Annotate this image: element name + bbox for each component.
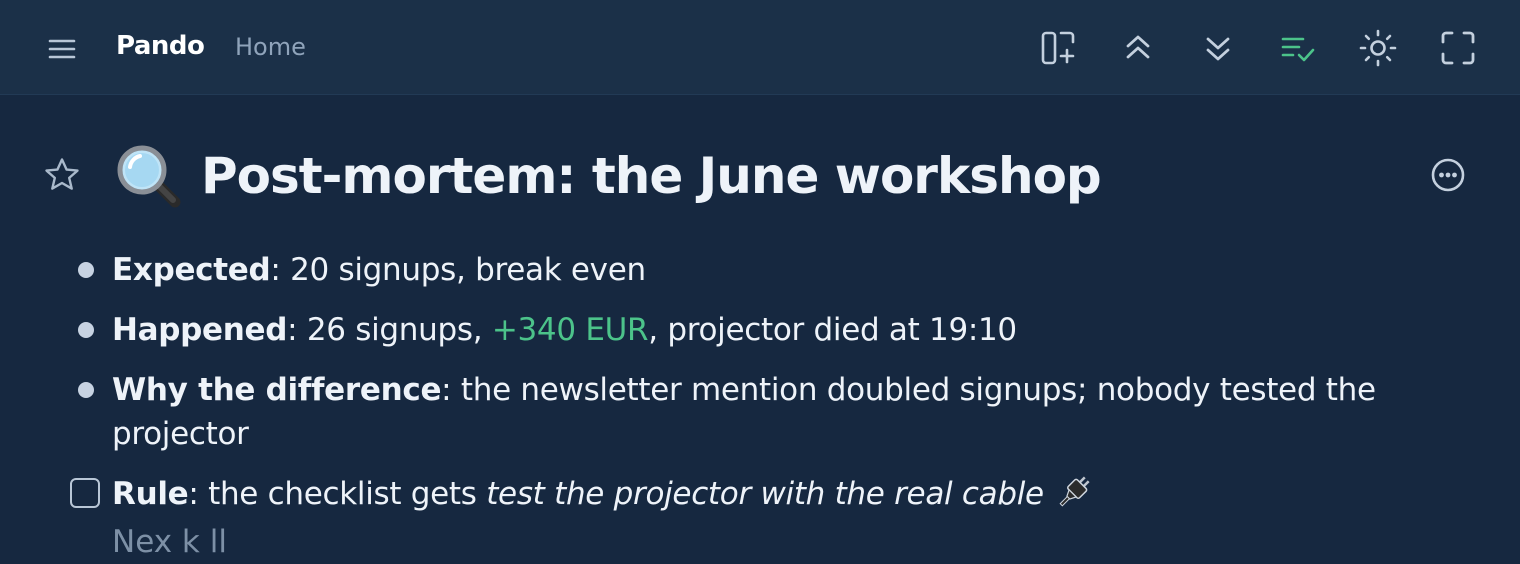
bullet-dot[interactable] xyxy=(78,262,94,278)
bullet-dot[interactable] xyxy=(78,382,94,398)
bullet-item-expected[interactable]: Expected: 20 signups, break even xyxy=(112,248,1452,292)
magnifying-glass-emoji[interactable] xyxy=(112,143,184,209)
fullscreen-button[interactable] xyxy=(1438,28,1478,68)
amount-highlight: +340 EUR xyxy=(491,312,649,348)
todo-checkbox[interactable] xyxy=(70,478,100,508)
checklist-button[interactable] xyxy=(1278,28,1318,68)
todo-item-rule[interactable]: Rule: the checklist gets test the projec… xyxy=(112,472,1452,516)
menu-icon xyxy=(48,39,76,59)
new-page-button[interactable] xyxy=(1038,28,1078,68)
theme-toggle-button[interactable] xyxy=(1358,28,1398,68)
top-bar: Pando Home xyxy=(0,0,1520,95)
item-text: : the checklist gets xyxy=(188,476,487,512)
bullet-item-why[interactable]: Why the difference: the newsletter menti… xyxy=(112,368,1452,456)
more-options-icon xyxy=(1431,158,1465,192)
item-emphasis: test the projector with the real cable xyxy=(486,476,1044,512)
breadcrumb-home[interactable]: Home xyxy=(235,33,306,61)
collapse-all-icon xyxy=(1126,35,1150,59)
new-page-icon xyxy=(1041,31,1075,65)
plug-emoji xyxy=(1059,476,1090,507)
item-label: Why the difference xyxy=(112,372,442,408)
item-label: Rule xyxy=(112,476,189,512)
app-name: Pando xyxy=(116,31,205,61)
sun-icon xyxy=(1359,29,1397,67)
page-options-button[interactable] xyxy=(1428,155,1468,195)
item-text-after: , projector died at 19:10 xyxy=(648,312,1017,348)
star-icon xyxy=(45,158,79,190)
collapse-all-button[interactable] xyxy=(1118,28,1158,68)
menu-button[interactable] xyxy=(42,29,82,69)
item-text: : 20 signups, break even xyxy=(270,252,646,288)
bullet-item-happened[interactable]: Happened: 26 signups, +340 EUR, projecto… xyxy=(112,308,1452,352)
fullscreen-icon xyxy=(1441,31,1475,65)
item-text: : 26 signups, xyxy=(287,312,492,348)
favorite-button[interactable] xyxy=(42,155,82,195)
next-block-partial[interactable]: Nex k ll xyxy=(112,520,227,564)
bullet-dot[interactable] xyxy=(78,322,94,338)
page-title[interactable]: Post-mortem: the June workshop xyxy=(201,145,1102,207)
expand-all-button[interactable] xyxy=(1198,28,1238,68)
checklist-icon xyxy=(1281,37,1315,62)
expand-all-icon xyxy=(1206,37,1230,61)
item-label: Expected xyxy=(112,252,271,288)
item-label: Happened xyxy=(112,312,288,348)
